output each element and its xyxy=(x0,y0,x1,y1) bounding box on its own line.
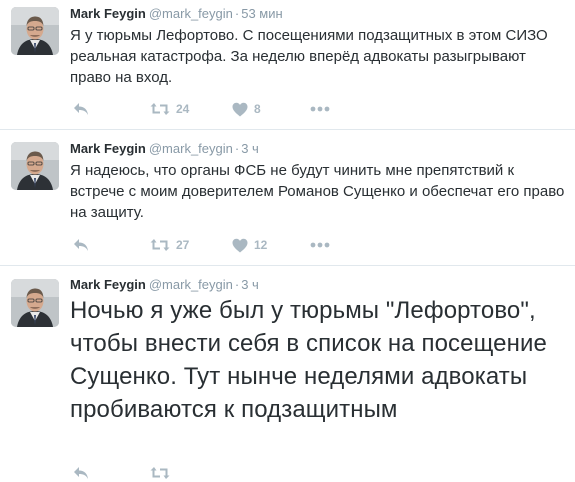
timestamp[interactable]: 53 мин xyxy=(241,6,282,21)
author-handle[interactable]: @mark_feygin xyxy=(149,6,233,21)
like-button[interactable]: 12 xyxy=(232,236,267,254)
tweet-text: Я у тюрьмы Лефортово. С посещениями подз… xyxy=(70,27,552,86)
reply-button[interactable] xyxy=(73,464,89,482)
retweet-icon xyxy=(150,103,170,115)
retweet-button[interactable]: 27 xyxy=(150,236,189,254)
tweet-actions xyxy=(70,464,370,482)
avatar[interactable] xyxy=(11,142,59,190)
retweet-count: 24 xyxy=(176,102,190,116)
reply-button[interactable] xyxy=(73,100,89,118)
separator: · xyxy=(234,6,240,21)
author-handle[interactable]: @mark_feygin xyxy=(149,141,233,156)
retweet-count: 27 xyxy=(176,238,190,252)
tweet-text: Ночью я уже был у тюрьмы "Лефортово", чт… xyxy=(70,297,554,423)
more-dots-icon xyxy=(310,106,330,112)
tweet[interactable]: Mark Feygin @mark_feygin · 53 мин Я у тюрьм… xyxy=(0,0,575,129)
avatar[interactable] xyxy=(11,7,59,55)
reply-icon xyxy=(74,239,88,251)
tweet-header: Mark Feygin @mark_feygin · 53 мин xyxy=(70,6,283,21)
tweet-actions: 27 12 xyxy=(70,236,370,254)
more-dots-icon xyxy=(310,242,330,248)
author-handle[interactable]: @mark_feygin xyxy=(149,277,233,292)
timestamp[interactable]: 3 ч xyxy=(241,141,259,156)
avatar[interactable] xyxy=(11,279,59,327)
tweet[interactable]: Mark Feygin @mark_feygin · 3 ч Я надеюсь, ч… xyxy=(0,130,575,265)
tweet-text: Я надеюсь, что органы ФСБ не будут чинит… xyxy=(70,162,569,221)
more-button[interactable] xyxy=(310,100,330,118)
tweet-actions: 24 8 xyxy=(70,100,370,118)
retweet-icon xyxy=(150,467,170,479)
like-count: 12 xyxy=(254,238,268,252)
retweet-button[interactable]: 24 xyxy=(150,100,189,118)
reply-button[interactable] xyxy=(73,236,89,254)
separator: · xyxy=(234,277,240,292)
retweet-button[interactable] xyxy=(150,464,170,482)
separator: · xyxy=(234,141,240,156)
heart-icon xyxy=(232,102,248,116)
timestamp[interactable]: 3 ч xyxy=(241,277,259,292)
reply-icon xyxy=(74,103,88,115)
tweet-header: Mark Feygin @mark_feygin · 3 ч xyxy=(70,141,259,156)
like-count: 8 xyxy=(254,102,261,116)
tweet[interactable]: Mark Feygin @mark_feygin · 3 ч Ночью я уже … xyxy=(0,266,575,479)
reply-icon xyxy=(74,467,88,479)
author-name[interactable]: Mark Feygin xyxy=(70,6,146,21)
more-button[interactable] xyxy=(310,236,330,254)
author-name[interactable]: Mark Feygin xyxy=(70,141,146,156)
retweet-icon xyxy=(150,239,170,251)
like-button[interactable]: 8 xyxy=(232,100,261,118)
author-name[interactable]: Mark Feygin xyxy=(70,277,146,292)
tweet-header: Mark Feygin @mark_feygin · 3 ч xyxy=(70,277,259,292)
heart-icon xyxy=(232,238,248,252)
